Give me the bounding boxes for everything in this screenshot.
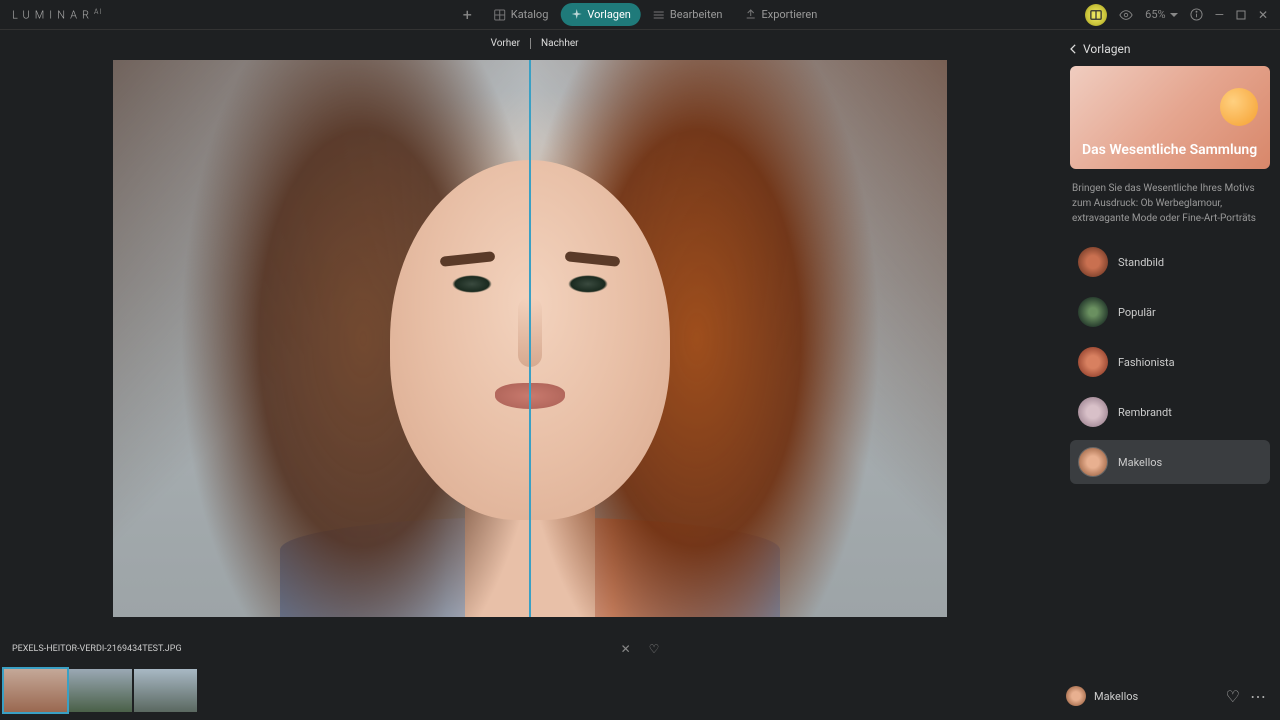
applied-template-name: Makellos bbox=[1094, 690, 1138, 703]
panel-back-label: Vorlagen bbox=[1083, 42, 1130, 56]
compare-labels: Vorher Nachher bbox=[478, 38, 582, 49]
canvas-area: Vorher Nachher bbox=[0, 30, 1060, 660]
export-icon bbox=[744, 9, 756, 21]
window-minimize[interactable]: — bbox=[1215, 8, 1224, 22]
nav-bearbeiten[interactable]: Bearbeiten bbox=[643, 3, 733, 26]
template-thumb bbox=[1078, 347, 1108, 377]
app-name-suffix: AI bbox=[94, 8, 102, 16]
template-item-populaer[interactable]: Populär bbox=[1070, 290, 1270, 334]
nav-bearbeiten-label: Bearbeiten bbox=[670, 8, 723, 21]
nav-katalog-label: Katalog bbox=[511, 8, 549, 21]
nav-exportieren[interactable]: Exportieren bbox=[734, 3, 827, 26]
templates-panel: Vorlagen Das Wesentliche Sammlung Bringe… bbox=[1060, 30, 1280, 660]
collection-description: Bringen Sie das Wesentliche Ihres Motivs… bbox=[1070, 169, 1270, 240]
app-name: LUMINAR bbox=[12, 8, 94, 21]
collection-card-art bbox=[1220, 88, 1258, 126]
app-logo: LUMINARAI bbox=[12, 8, 102, 22]
nav-exportieren-label: Exportieren bbox=[761, 8, 817, 21]
filmstrip-thumb[interactable] bbox=[4, 669, 67, 712]
main-area: Vorher Nachher Vorlagen bbox=[0, 30, 1280, 660]
template-thumb bbox=[1078, 247, 1108, 277]
template-item-standbild[interactable]: Standbild bbox=[1070, 240, 1270, 284]
window-maximize[interactable] bbox=[1236, 10, 1246, 20]
sparkle-icon bbox=[570, 9, 582, 21]
chevron-down-icon bbox=[1170, 11, 1178, 19]
template-label: Makellos bbox=[1118, 456, 1162, 469]
nav-vorlagen[interactable]: Vorlagen bbox=[560, 3, 641, 26]
chevron-left-icon bbox=[1070, 44, 1077, 54]
window-close[interactable]: ✕ bbox=[1258, 8, 1268, 22]
filmstrip-thumb[interactable] bbox=[134, 669, 197, 712]
title-bar: LUMINARAI + Katalog Vorlagen Bearbeiten bbox=[0, 0, 1280, 30]
panel-back-button[interactable]: Vorlagen bbox=[1070, 30, 1270, 66]
template-thumb bbox=[1078, 397, 1108, 427]
collection-card[interactable]: Das Wesentliche Sammlung bbox=[1070, 66, 1270, 169]
grid-icon bbox=[494, 9, 506, 21]
applied-template-label[interactable]: Makellos bbox=[1066, 686, 1216, 706]
photo-brow bbox=[564, 251, 620, 267]
template-item-rembrandt[interactable]: Rembrandt bbox=[1070, 390, 1270, 434]
template-label: Rembrandt bbox=[1118, 406, 1172, 419]
filmstrip-thumb[interactable] bbox=[69, 669, 132, 712]
template-thumb bbox=[1078, 297, 1108, 327]
photo-brow bbox=[440, 251, 496, 267]
nav-katalog[interactable]: Katalog bbox=[484, 3, 559, 26]
photo-lips bbox=[495, 383, 565, 409]
favorite-template-button[interactable]: ♡ bbox=[1226, 687, 1240, 706]
preview-eye-icon[interactable] bbox=[1119, 8, 1133, 22]
compare-toggle-button[interactable] bbox=[1085, 4, 1107, 26]
after-label: Nachher bbox=[530, 38, 582, 49]
template-item-makellos[interactable]: Makellos bbox=[1070, 440, 1270, 484]
top-navigation: + Katalog Vorlagen Bearbeiten Exportiere… bbox=[453, 3, 828, 26]
info-icon[interactable] bbox=[1190, 8, 1203, 21]
applied-template-thumb bbox=[1066, 686, 1086, 706]
photo-preview[interactable] bbox=[113, 60, 947, 617]
photo-nose bbox=[518, 297, 542, 367]
zoom-selector[interactable]: 65% bbox=[1145, 8, 1177, 21]
favorite-button[interactable]: ♡ bbox=[649, 642, 660, 656]
zoom-value: 65% bbox=[1145, 8, 1165, 21]
sliders-icon bbox=[653, 9, 665, 21]
applied-template-bar: Makellos ♡ ⋯ bbox=[1066, 686, 1266, 706]
collection-title: Das Wesentliche Sammlung bbox=[1082, 142, 1257, 160]
nav-vorlagen-label: Vorlagen bbox=[587, 8, 631, 21]
photo-face bbox=[390, 160, 670, 520]
template-label: Fashionista bbox=[1118, 356, 1175, 369]
top-right-controls: 65% — ✕ bbox=[1085, 4, 1268, 26]
more-options-button[interactable]: ⋯ bbox=[1250, 687, 1266, 706]
template-list: Standbild Populär Fashionista Rembrandt … bbox=[1070, 240, 1270, 484]
add-button[interactable]: + bbox=[453, 5, 482, 24]
template-label: Populär bbox=[1118, 306, 1156, 319]
template-thumb bbox=[1078, 447, 1108, 477]
template-label: Standbild bbox=[1118, 256, 1164, 269]
reject-button[interactable]: ✕ bbox=[621, 642, 631, 656]
template-item-fashionista[interactable]: Fashionista bbox=[1070, 340, 1270, 384]
filmstrip: PEXELS-HEITOR-VERDI-2169434TEST.JPG ✕ ♡ … bbox=[0, 660, 1280, 720]
before-label: Vorher bbox=[478, 38, 530, 49]
canvas-quick-actions: ✕ ♡ bbox=[621, 642, 660, 656]
current-filename: PEXELS-HEITOR-VERDI-2169434TEST.JPG bbox=[12, 644, 182, 654]
